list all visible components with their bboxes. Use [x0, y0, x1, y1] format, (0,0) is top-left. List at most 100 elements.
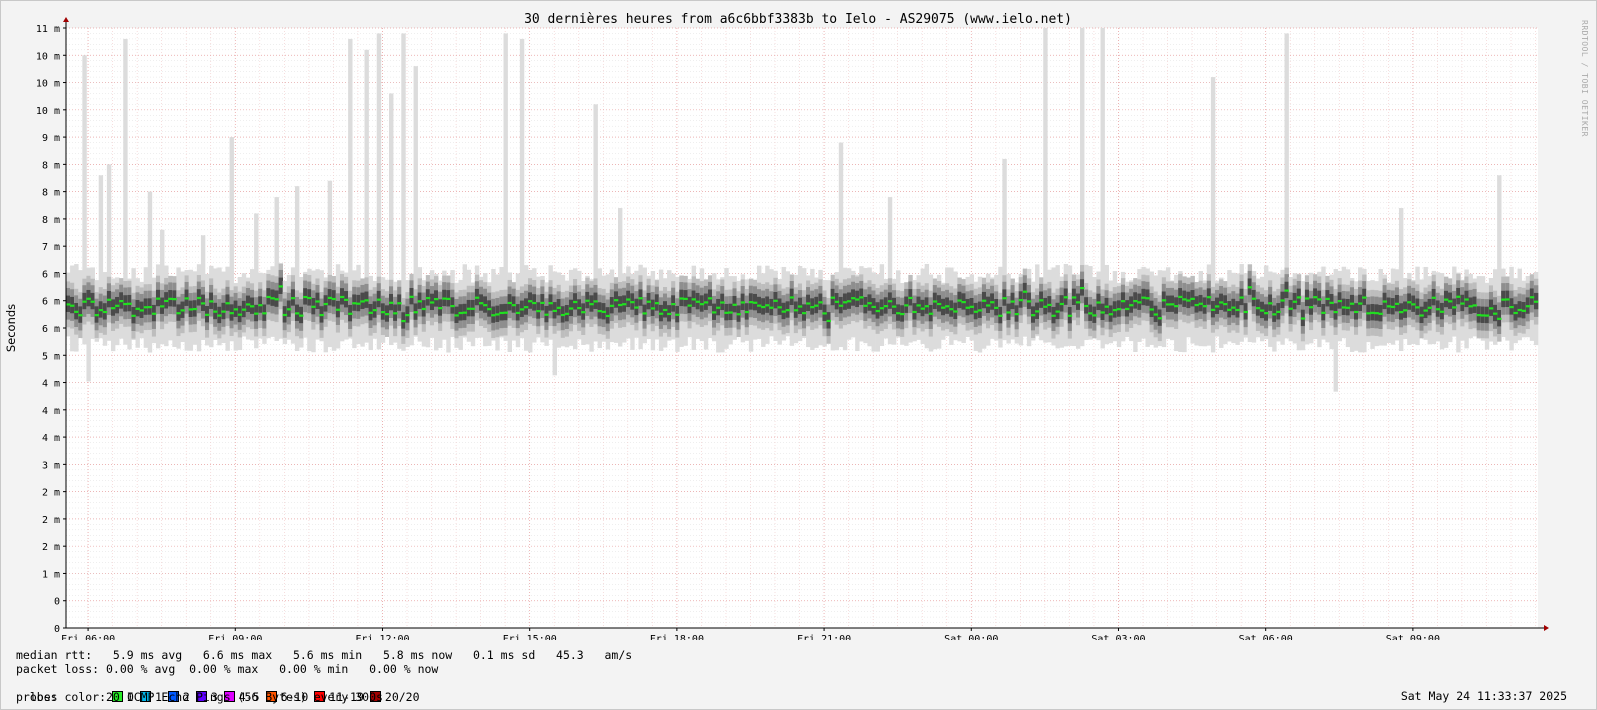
median-rtt-point [802, 312, 807, 315]
median-rtt-point [900, 313, 905, 316]
median-rtt-point [1092, 314, 1097, 317]
median-rtt-point [744, 310, 750, 314]
median-rtt-point [143, 306, 149, 309]
median-rtt-point [254, 312, 259, 315]
median-rtt-point [307, 296, 312, 300]
median-rtt-point [131, 314, 136, 317]
median-rtt-point [413, 311, 418, 314]
x-tick-label: Sat 00:00 [944, 634, 998, 640]
x-tick-label: Fri 09:00 [208, 634, 262, 640]
y-tick-label: 4 m [42, 406, 60, 417]
median-rtt-point [1026, 300, 1032, 303]
median-rtt-point [1333, 311, 1338, 314]
median-rtt-point [225, 302, 230, 305]
median-rtt-point [98, 309, 104, 312]
median-rtt-point [1071, 296, 1077, 299]
median-rtt-point [1165, 303, 1171, 306]
median-rtt-point [1304, 297, 1310, 300]
median-rtt-point [446, 297, 451, 301]
median-rtt-point [1243, 310, 1248, 314]
median-rtt-point [1039, 299, 1044, 302]
median-rtt-point [303, 295, 308, 299]
median-rtt-point [949, 308, 954, 311]
y-axis-arrow [63, 17, 69, 22]
median-rtt-point [679, 297, 684, 300]
median-rtt-point [1366, 312, 1371, 315]
median-rtt-point [1472, 304, 1477, 307]
median-rtt-point [282, 313, 288, 317]
median-rtt-point [1423, 309, 1428, 312]
median-rtt-point [1219, 301, 1224, 304]
median-rtt-point [830, 296, 836, 299]
median-rtt-point [626, 298, 631, 301]
median-rtt-point [458, 311, 463, 315]
median-rtt-point [1145, 297, 1150, 300]
median-rtt-point [474, 296, 480, 299]
median-rtt-point [1170, 303, 1175, 306]
median-rtt-point [1313, 296, 1318, 299]
x-axis-arrow [1544, 625, 1549, 631]
median-rtt-point [1198, 302, 1204, 305]
median-rtt-point [1439, 310, 1445, 313]
median-rtt-point [1161, 299, 1167, 302]
median-rtt-point [78, 314, 83, 317]
median-rtt-point [139, 309, 144, 312]
median-rtt-point [209, 300, 214, 303]
median-rtt-point [1059, 302, 1064, 306]
median-rtt-point [384, 313, 390, 316]
median-rtt-point [1120, 300, 1126, 303]
median-rtt-point [822, 312, 827, 315]
median-rtt-point [928, 312, 934, 315]
median-rtt-point [1476, 314, 1482, 317]
median-rtt-point [945, 305, 950, 308]
median-rtt-point [401, 319, 406, 323]
median-rtt-point [920, 307, 925, 310]
median-rtt-point [315, 300, 320, 303]
x-tick-label: Fri 12:00 [355, 634, 409, 640]
median-rtt-point [761, 305, 766, 309]
median-rtt-point [842, 301, 848, 304]
median-rtt-point [924, 305, 930, 308]
median-rtt-point [1063, 296, 1069, 299]
median-rtt-point [724, 311, 729, 314]
median-rtt-point [797, 305, 803, 308]
median-rtt-point [556, 306, 562, 309]
median-rtt-point [936, 302, 942, 306]
x-tick-label: Fri 21:00 [797, 634, 851, 640]
median-rtt-point [781, 310, 786, 313]
median-rtt-point [1178, 295, 1183, 298]
median-rtt-point [720, 301, 725, 304]
median-rtt-point [573, 300, 578, 304]
median-rtt-point [707, 297, 713, 300]
y-tick-label: 0 [54, 597, 60, 608]
median-rtt-point [1112, 308, 1118, 312]
y-tick-label: 2 m [42, 542, 60, 553]
median-rtt-point [912, 310, 917, 314]
x-tick-label: Sat 09:00 [1386, 634, 1440, 640]
median-rtt-point [1108, 313, 1114, 316]
median-rtt-point [916, 304, 921, 307]
median-rtt-point [891, 305, 897, 308]
y-tick-label: 2 m [42, 515, 60, 526]
median-rtt-point [540, 301, 545, 304]
median-rtt-point [564, 312, 570, 315]
median-rtt-point [871, 305, 876, 309]
median-rtt-point [339, 295, 345, 299]
median-rtt-point [1141, 296, 1146, 299]
median-rtt-point [1362, 296, 1367, 299]
median-rtt-point [344, 298, 349, 301]
median-rtt-point [1080, 286, 1085, 290]
median-rtt-point [560, 313, 566, 317]
median-rtt-point [155, 297, 161, 300]
median-rtt-point [1419, 314, 1424, 317]
median-rtt-point [266, 295, 271, 299]
y-tick-label: 4 m [42, 433, 60, 444]
median-rtt-point [548, 302, 553, 305]
median-rtt-point [834, 300, 840, 303]
median-rtt-point [1501, 298, 1506, 301]
median-rtt-point [1382, 300, 1388, 303]
median-rtt-point [274, 298, 279, 301]
median-rtt-point [859, 296, 864, 299]
median-rtt-point [981, 299, 987, 302]
median-rtt-point [875, 309, 880, 313]
